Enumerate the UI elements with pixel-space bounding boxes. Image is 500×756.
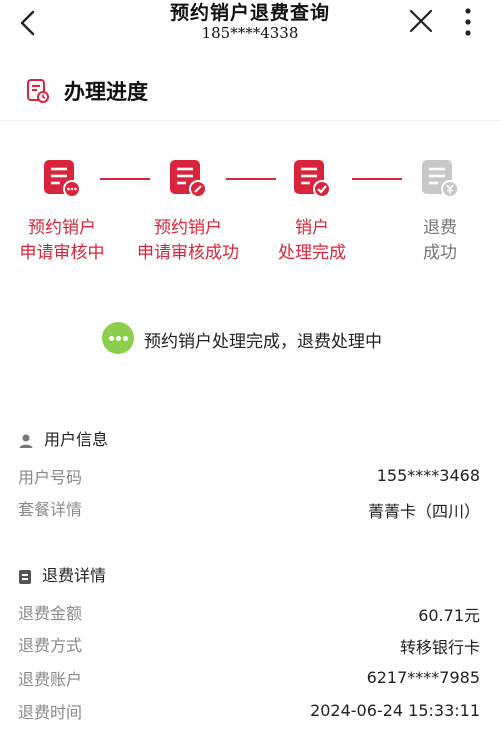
info-row: 退费时间 2024-06-24 15:33:11	[0, 699, 500, 727]
row-label: 套餐详情	[18, 500, 83, 519]
step-3: 销户 处理完成	[252, 158, 372, 266]
info-row: 退费方式 转移银行卡	[0, 632, 500, 660]
info-row: 套餐详情 菁菁卡（四川）	[0, 496, 500, 524]
step-1-line1: 预约销户	[28, 218, 96, 238]
refund-info-title: 退费详情	[18, 562, 106, 586]
progress-section-header: 办理进度	[0, 64, 500, 121]
more-vertical-icon[interactable]	[458, 6, 478, 38]
row-label: 退费金额	[18, 604, 83, 623]
step-1-line2: 申请审核中	[19, 243, 105, 263]
row-value: 155****3468	[376, 466, 480, 485]
info-row: 退费金额 60.71元	[0, 600, 500, 628]
row-value: 转移银行卡	[399, 638, 480, 657]
step-4-line2: 成功	[423, 243, 457, 263]
document-pending-icon	[44, 160, 81, 198]
step-3-line2: 处理完成	[278, 243, 346, 263]
step-1: 预约销户 申请审核中	[2, 158, 122, 266]
row-value: 菁菁卡（四川）	[367, 502, 480, 521]
step-3-line1: 销户	[295, 218, 329, 238]
progress-document-icon	[27, 79, 49, 103]
ellipsis-bubble-icon	[102, 322, 134, 354]
user-info-title: 用户信息	[18, 426, 108, 450]
row-value: 60.71元	[418, 606, 480, 625]
row-label: 退费时间	[18, 703, 83, 722]
info-row: 用户号码 155****3468	[0, 464, 500, 492]
row-label: 用户号码	[18, 468, 83, 487]
document-edit-icon	[170, 160, 207, 198]
status-text: 预约销户处理完成，退费处理中	[144, 332, 382, 352]
step-2: 预约销户 申请审核成功	[128, 158, 248, 266]
row-value: 2024-06-24 15:33:11	[310, 701, 480, 720]
row-label: 退费方式	[18, 636, 83, 655]
progress-section-title: 办理进度	[64, 80, 148, 104]
step-4-line1: 退费	[423, 218, 457, 238]
document-yuan-icon	[422, 160, 459, 198]
step-2-line2: 申请审核成功	[137, 243, 239, 263]
top-bar: 预约销户退费查询 185****4338	[0, 0, 500, 50]
wallet-icon	[19, 569, 31, 584]
step-2-line1: 预约销户	[154, 218, 222, 238]
row-label: 退费账户	[18, 670, 83, 689]
info-row: 退费账户 6217****7985	[0, 666, 500, 694]
user-icon	[19, 434, 33, 448]
close-icon[interactable]	[408, 8, 434, 34]
step-4: 退费 成功	[380, 158, 500, 266]
refund-info-title-text: 退费详情	[42, 566, 107, 585]
user-info-title-text: 用户信息	[44, 430, 109, 449]
document-check-icon	[294, 160, 331, 198]
row-value: 6217****7985	[366, 668, 480, 687]
